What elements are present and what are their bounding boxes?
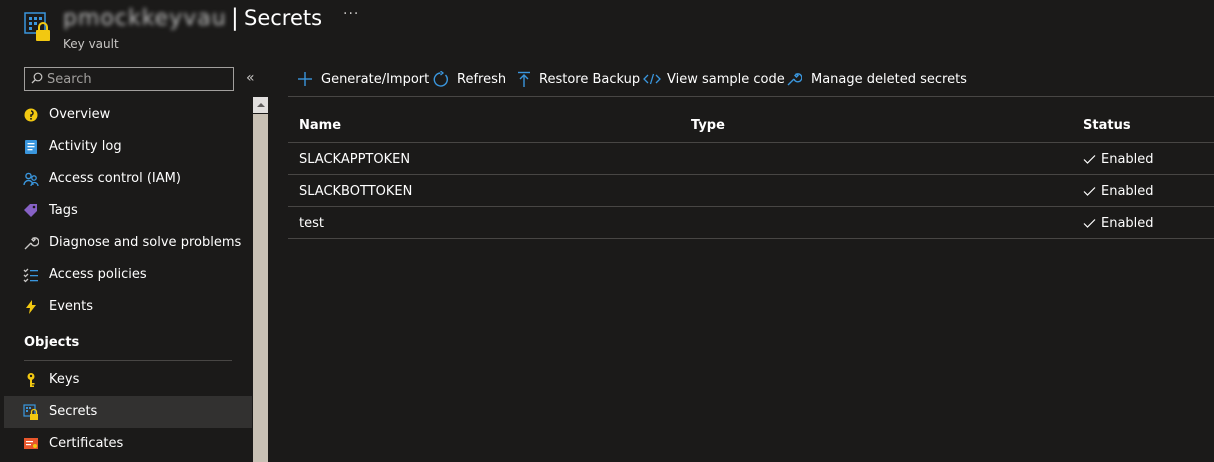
access-policies-icon <box>23 268 38 283</box>
sidebar-item-tags[interactable]: Tags <box>4 195 252 227</box>
checkmark-icon <box>1083 155 1096 164</box>
table-header: Name Type Status <box>288 110 1214 143</box>
certificate-icon <box>24 438 38 449</box>
wrench-icon <box>787 73 802 86</box>
sidebar-item-access-policies[interactable]: Access policies <box>4 259 252 291</box>
key-vault-icon <box>24 12 52 44</box>
sidebar-item-label: Certificates <box>49 436 124 451</box>
manage-deleted-secrets-label: Manage deleted secrets <box>811 72 967 87</box>
activity-log-icon <box>25 140 37 154</box>
sidebar-item-keys[interactable]: Keys <box>4 364 252 396</box>
column-header-status[interactable]: Status <box>1083 118 1131 133</box>
sidebar-item-secrets[interactable]: Secrets <box>4 396 252 428</box>
sidebar-item-events[interactable]: Events <box>4 291 252 323</box>
code-icon <box>643 73 661 85</box>
sidebar-item-label: Access policies <box>49 267 147 282</box>
scroll-thumb[interactable] <box>253 114 268 462</box>
sidebar-item-label: Diagnose and solve problems <box>49 235 242 250</box>
refresh-label: Refresh <box>457 72 507 87</box>
page-title: Secrets <box>244 6 323 30</box>
more-options-button[interactable]: ··· <box>343 6 359 22</box>
sidebar-item-label: Secrets <box>49 404 98 419</box>
sidebar-item-label: Overview <box>49 107 111 122</box>
search-box[interactable] <box>24 67 234 91</box>
sidebar-nav: Overview Activity log Access control (IA… <box>4 99 252 460</box>
vault-name: pmockkeyvault <box>63 6 225 31</box>
checkmark-icon <box>1083 187 1096 196</box>
generate-import-label: Generate/Import <box>321 72 430 87</box>
secret-name[interactable]: SLACKAPPTOKEN <box>299 152 410 167</box>
sidebar-item-label: Tags <box>49 203 78 218</box>
checkmark-icon <box>1083 219 1096 228</box>
key-icon <box>27 373 35 387</box>
sidebar-item-access-control[interactable]: Access control (IAM) <box>4 163 252 195</box>
scroll-up-arrow[interactable] <box>253 97 268 113</box>
section-heading: Objects <box>24 335 80 350</box>
title-separator: | <box>231 5 239 31</box>
page-header: pmockkeyvault | Secrets Key vault ··· <box>0 0 1214 60</box>
upload-icon <box>518 71 530 87</box>
sidebar-item-label: Events <box>49 299 94 314</box>
sidebar-item-label: Activity log <box>49 139 122 154</box>
sidebar-scrollbar[interactable] <box>253 97 268 462</box>
status-text: Enabled <box>1101 184 1154 199</box>
collapse-menu-button[interactable]: « <box>246 70 255 86</box>
view-sample-code-label: View sample code <box>667 72 785 87</box>
lightning-icon <box>26 300 36 314</box>
search-icon <box>31 72 43 84</box>
restore-backup-label: Restore Backup <box>539 72 641 87</box>
sidebar-item-certificates[interactable]: Certificates <box>4 428 252 460</box>
tag-icon <box>24 204 37 217</box>
status-text: Enabled <box>1101 216 1154 231</box>
table-row[interactable]: test Enabled <box>288 207 1214 239</box>
sidebar-item-label: Access control (IAM) <box>49 171 181 186</box>
overview-icon <box>24 108 38 122</box>
column-header-type[interactable]: Type <box>691 118 725 133</box>
command-bar: Generate/Import Refresh Restore Backup V… <box>288 64 1214 97</box>
secret-name[interactable]: SLACKBOTTOKEN <box>299 184 412 199</box>
secrets-icon <box>23 404 38 420</box>
sidebar-item-overview[interactable]: Overview <box>4 99 252 131</box>
table-row[interactable]: SLACKAPPTOKEN Enabled <box>288 143 1214 175</box>
secret-name[interactable]: test <box>299 216 324 231</box>
search-input[interactable] <box>47 70 227 88</box>
column-header-name[interactable]: Name <box>299 118 341 133</box>
refresh-icon <box>433 71 448 87</box>
sidebar-item-activity-log[interactable]: Activity log <box>4 131 252 163</box>
wrench-icon <box>24 237 39 250</box>
sidebar-item-label: Keys <box>49 372 80 387</box>
section-divider <box>24 360 232 361</box>
sidebar-item-diagnose[interactable]: Diagnose and solve problems <box>4 227 252 259</box>
table-row[interactable]: SLACKBOTTOKEN Enabled <box>288 175 1214 207</box>
resource-type-subtitle: Key vault <box>63 37 119 51</box>
plus-icon <box>298 72 312 86</box>
status-text: Enabled <box>1101 152 1154 167</box>
secrets-table: Name Type Status SLACKAPPTOKEN Enabled S… <box>288 110 1214 239</box>
sidebar-section-objects: Objects <box>4 323 252 361</box>
access-control-icon <box>23 172 39 187</box>
